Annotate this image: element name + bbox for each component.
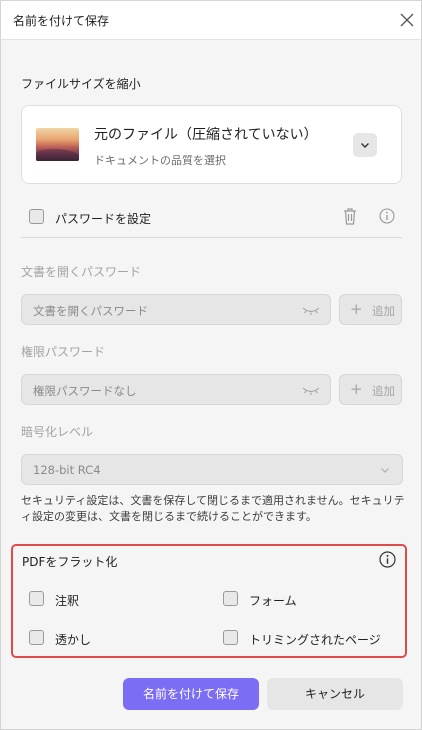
close-icon[interactable] [397, 10, 417, 30]
add-label: 追加 [372, 384, 395, 398]
cancel-button[interactable]: キャンセル [267, 678, 403, 710]
plus-icon: + [350, 300, 363, 318]
flatten-forms-label: フォーム [249, 594, 297, 608]
add-label: 追加 [372, 304, 395, 318]
flatten-cropped-pages-checkbox[interactable] [223, 630, 238, 645]
info-icon[interactable] [379, 208, 395, 224]
add-open-password-button[interactable]: + 追加 [339, 294, 402, 325]
save-as-dialog: 名前を付けて保存 ファイルサイズを縮小 元のファイル（圧縮されていない） ドキュ… [0, 0, 422, 730]
flatten-annotations-checkbox[interactable] [29, 591, 44, 606]
plus-icon: + [350, 380, 363, 398]
eye-closed-icon[interactable] [302, 306, 320, 316]
quality-dropdown-button[interactable] [353, 133, 377, 157]
permission-password-placeholder: 権限パスワードなし [33, 384, 137, 398]
trash-icon[interactable] [341, 206, 359, 226]
encryption-level-value: 128-bit RC4 [33, 463, 101, 477]
flatten-cropped-pages-label: トリミングされたページ [249, 633, 381, 647]
compress-section-label: ファイルサイズを縮小 [21, 77, 141, 91]
flatten-pdf-section: PDFをフラット化 注釈 フォーム 透かし トリミングされたページ [11, 544, 407, 658]
flatten-annotations-label: 注釈 [55, 594, 80, 608]
chevron-down-icon [361, 143, 369, 148]
info-icon[interactable] [379, 551, 396, 568]
flatten-watermark-checkbox[interactable] [29, 630, 44, 645]
compression-option-subtitle: ドキュメントの品質を選択 [94, 154, 226, 167]
divider [21, 237, 402, 238]
open-password-field[interactable]: 文書を開くパスワード [21, 294, 331, 325]
set-password-label: パスワードを設定 [55, 212, 152, 226]
encryption-level-select[interactable]: 128-bit RC4 [21, 454, 403, 485]
flatten-watermark-label: 透かし [55, 633, 92, 647]
eye-closed-icon[interactable] [302, 386, 320, 396]
set-password-checkbox[interactable] [29, 209, 44, 224]
dialog-title: 名前を付けて保存 [13, 14, 110, 28]
flatten-forms-checkbox[interactable] [223, 591, 238, 606]
open-password-placeholder: 文書を開くパスワード [33, 304, 148, 318]
add-permission-password-button[interactable]: + 追加 [339, 374, 402, 405]
chevron-down-icon [381, 468, 389, 473]
encryption-level-label: 暗号化レベル [21, 425, 94, 439]
permission-password-field[interactable]: 権限パスワードなし [21, 374, 331, 405]
compression-quality-card[interactable]: 元のファイル（圧縮されていない） ドキュメントの品質を選択 [21, 105, 402, 184]
permission-password-label: 権限パスワード [21, 345, 106, 359]
open-password-label: 文書を開くパスワード [21, 265, 142, 279]
save-as-button[interactable]: 名前を付けて保存 [123, 678, 259, 710]
compression-option-title: 元のファイル（圧縮されていない） [94, 127, 318, 143]
flatten-section-title: PDFをフラット化 [22, 555, 118, 569]
dialog-titlebar: 名前を付けて保存 [1, 1, 421, 40]
security-hint-text: セキュリティ設定は、文書を保存して閉じるまで適用されません。セキュリティ設定の変… [21, 494, 405, 523]
landscape-thumbnail [36, 128, 79, 161]
